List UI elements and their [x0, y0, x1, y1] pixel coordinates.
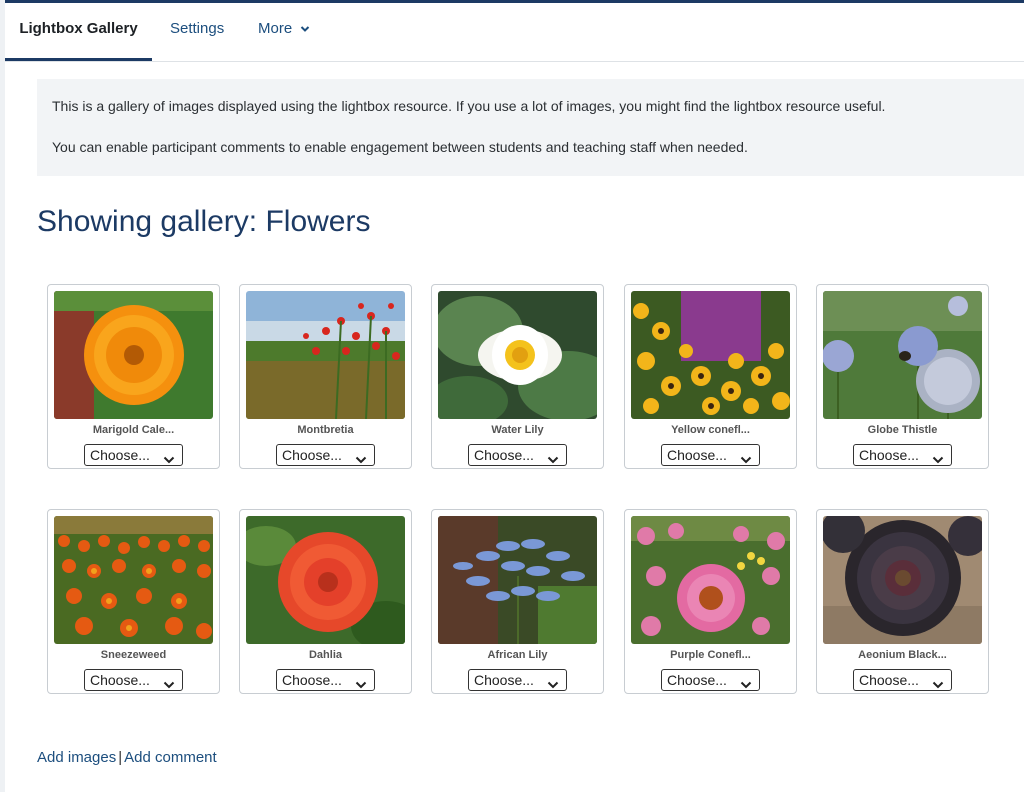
image-caption: Dahlia — [308, 649, 342, 661]
image-caption: Purple Conefl... — [670, 649, 751, 661]
image-caption: African Lily — [487, 649, 548, 661]
description-line: You can enable participant comments to e… — [52, 139, 748, 155]
action-select[interactable]: Choose... — [661, 669, 760, 691]
select-value: Choose... — [90, 672, 150, 688]
gallery-description: This is a gallery of images displayed us… — [37, 79, 1024, 176]
aeonium-photo[interactable] — [823, 516, 982, 644]
image-caption: Aeonium Black... — [858, 649, 947, 661]
water-lily-photo[interactable] — [438, 291, 597, 419]
image-caption: Sneezeweed — [100, 649, 167, 661]
select-value: Choose... — [859, 672, 919, 688]
chevron-down-icon — [740, 451, 752, 467]
chevron-down-icon — [355, 676, 367, 692]
page-title: Showing gallery: Flowers — [37, 205, 371, 238]
image-caption: Water Lily — [491, 424, 544, 436]
action-select[interactable]: Choose... — [276, 444, 375, 466]
tab-settings[interactable]: Settings — [170, 3, 224, 61]
gallery-item: Dahlia Choose... — [239, 509, 412, 694]
gallery-actions: Add images | Add comment — [37, 749, 217, 766]
tab-more[interactable]: More — [258, 3, 310, 61]
gallery-item: Water Lily Choose... — [431, 284, 604, 469]
tab-label: More — [258, 20, 293, 37]
action-select[interactable]: Choose... — [276, 669, 375, 691]
chevron-down-icon — [300, 3, 310, 55]
african-lily-photo[interactable] — [438, 516, 597, 644]
yellow-coneflower-photo[interactable] — [631, 291, 790, 419]
action-select[interactable]: Choose... — [661, 444, 760, 466]
action-select[interactable]: Choose... — [84, 444, 183, 466]
gallery-item: Sneezeweed Choose... — [47, 509, 220, 694]
description-line: This is a gallery of images displayed us… — [52, 98, 886, 114]
gallery-item: Montbretia Choose... — [239, 284, 412, 469]
gallery-item: Marigold Cale... Choose... — [47, 284, 220, 469]
marigold-photo[interactable] — [54, 291, 213, 419]
chevron-down-icon — [740, 676, 752, 692]
chevron-down-icon — [547, 676, 559, 692]
gallery-item: Aeonium Black... Choose... — [816, 509, 989, 694]
chevron-down-icon — [547, 451, 559, 467]
add-comment-link[interactable]: Add comment — [124, 749, 217, 766]
dahlia-photo[interactable] — [246, 516, 405, 644]
action-select[interactable]: Choose... — [853, 444, 952, 466]
image-caption: Yellow conefl... — [671, 424, 750, 436]
gallery-item: Yellow conefl... Choose... — [624, 284, 797, 469]
left-edge — [0, 0, 5, 792]
image-caption: Marigold Cale... — [92, 424, 175, 436]
chevron-down-icon — [355, 451, 367, 467]
image-caption: Globe Thistle — [867, 424, 938, 436]
gallery-item: African Lily Choose... — [431, 509, 604, 694]
action-select[interactable]: Choose... — [84, 669, 183, 691]
chevron-down-icon — [163, 676, 175, 692]
tab-label: Settings — [170, 20, 225, 37]
action-select[interactable]: Choose... — [853, 669, 952, 691]
secondary-navigation: Lightbox Gallery Settings More — [5, 3, 1024, 62]
select-value: Choose... — [282, 447, 342, 463]
select-value: Choose... — [282, 672, 342, 688]
gallery-item: Globe Thistle Choose... — [816, 284, 989, 469]
action-select[interactable]: Choose... — [468, 669, 567, 691]
image-caption: Montbretia — [297, 424, 354, 436]
select-value: Choose... — [90, 447, 150, 463]
globe-thistle-photo[interactable] — [823, 291, 982, 419]
select-value: Choose... — [667, 672, 727, 688]
add-images-link[interactable]: Add images — [37, 749, 116, 766]
select-value: Choose... — [474, 672, 534, 688]
gallery-item: Purple Conefl... Choose... — [624, 509, 797, 694]
purple-coneflower-photo[interactable] — [631, 516, 790, 644]
chevron-down-icon — [932, 676, 944, 692]
montbretia-photo[interactable] — [246, 291, 405, 419]
tab-lightbox-gallery[interactable]: Lightbox Gallery — [5, 3, 152, 61]
action-select[interactable]: Choose... — [468, 444, 567, 466]
chevron-down-icon — [163, 451, 175, 467]
select-value: Choose... — [859, 447, 919, 463]
tab-label: Lightbox Gallery — [19, 20, 138, 37]
sneezeweed-photo[interactable] — [54, 516, 213, 644]
link-separator: | — [118, 749, 123, 766]
chevron-down-icon — [932, 451, 944, 467]
select-value: Choose... — [474, 447, 534, 463]
select-value: Choose... — [667, 447, 727, 463]
